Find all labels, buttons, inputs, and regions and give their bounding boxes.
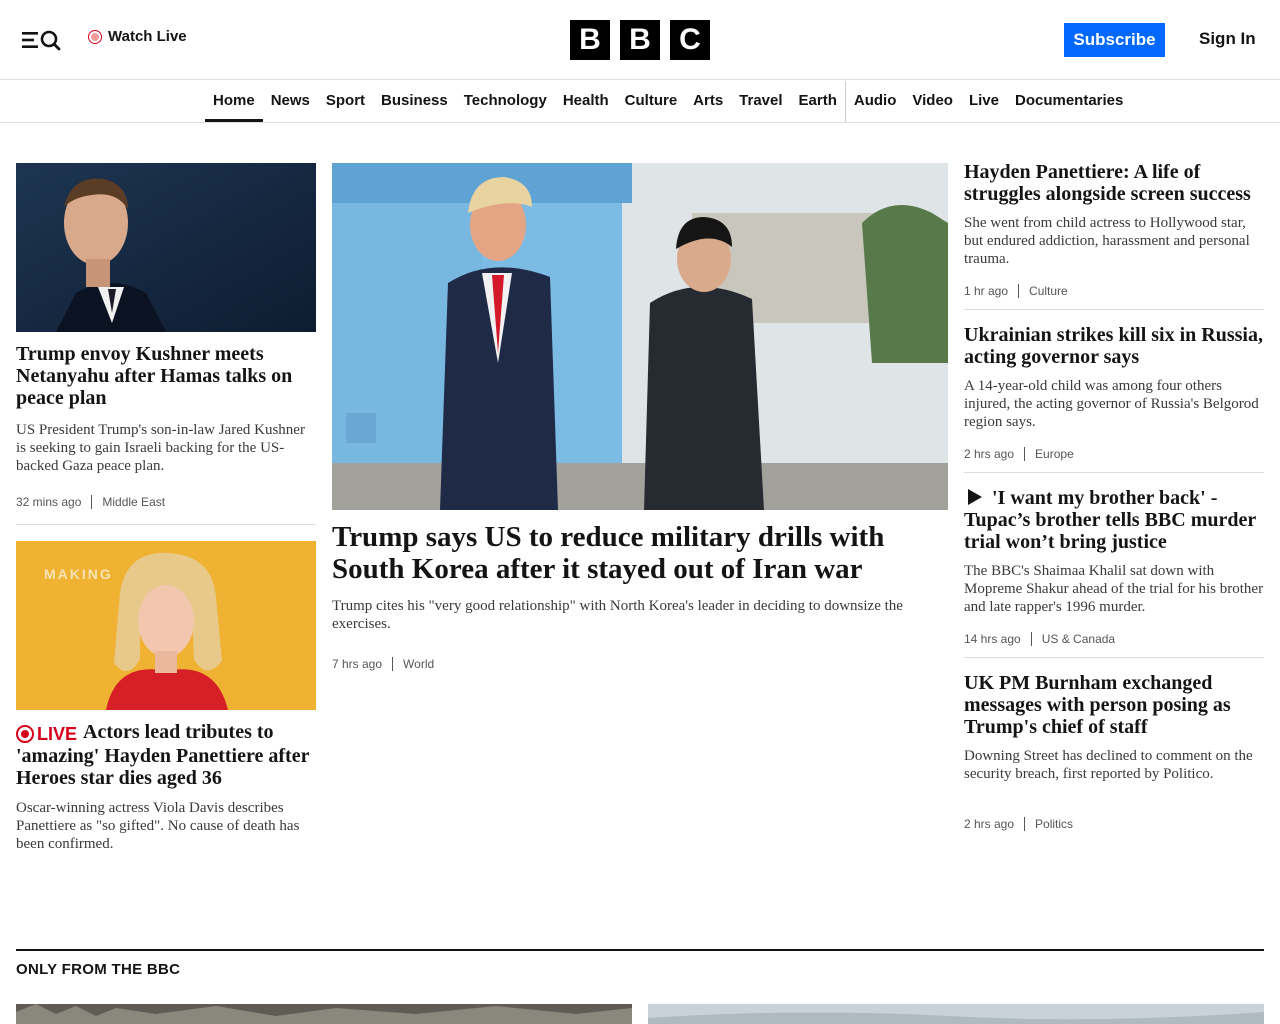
kushner-meta: 32 mins ago Middle East <box>16 495 165 509</box>
divider-line <box>16 524 316 525</box>
main-nav: Home News Sport Business Technology Heal… <box>0 81 1280 123</box>
section-photo-1 <box>16 1004 632 1024</box>
top-header: Watch Live B B C Subscribe Sign In <box>0 0 1280 80</box>
section-rule <box>16 949 1264 951</box>
panettiere-live-summary: Oscar-winning actress Viola Davis descri… <box>16 800 300 852</box>
divider-line <box>964 309 1264 310</box>
nav-item-technology[interactable]: Technology <box>456 81 555 122</box>
right-story-3-tag[interactable]: US & Canada <box>1042 632 1115 646</box>
right-story-1-time: 1 hr ago <box>964 284 1009 298</box>
divider-line <box>964 657 1264 658</box>
main-story-photo <box>332 163 948 510</box>
main-headline[interactable]: Trump says US to reduce military drills … <box>332 521 948 585</box>
meta-divider <box>1024 447 1026 461</box>
kushner-tag[interactable]: Middle East <box>102 495 165 509</box>
divider-line <box>964 472 1264 473</box>
main-time: 7 hrs ago <box>332 657 383 671</box>
nav-item-documentaries[interactable]: Documentaries <box>1007 81 1131 122</box>
nav-item-health[interactable]: Health <box>555 81 617 122</box>
section-photo-2 <box>648 1004 1264 1024</box>
meta-divider <box>1024 817 1026 831</box>
panettiere-photo: MAKING <box>16 541 316 710</box>
kushner-headline[interactable]: Trump envoy Kushner meets Netanyahu afte… <box>16 343 316 409</box>
meta-divider <box>392 657 394 671</box>
nav-item-earth[interactable]: Earth <box>791 81 846 122</box>
nav-item-news[interactable]: News <box>263 81 318 122</box>
logo-letter-c: C <box>670 20 710 60</box>
right-story-2-tag[interactable]: Europe <box>1035 447 1074 461</box>
right-story-2-meta: 2 hrs ago Europe <box>964 447 1074 461</box>
right-story-1-tag[interactable]: Culture <box>1029 284 1068 298</box>
nav-item-travel[interactable]: Travel <box>731 81 790 122</box>
right-story-1-headline[interactable]: Hayden Panettiere: A life of struggles a… <box>964 161 1264 205</box>
right-story-1-summary: She went from child actress to Hollywood… <box>964 215 1250 267</box>
live-label: LIVE <box>37 724 78 744</box>
menu-search-button[interactable] <box>20 26 64 54</box>
right-story-2-summary: A 14-year-old child was among four other… <box>964 378 1259 430</box>
live-ring-icon <box>16 725 34 743</box>
nav-item-sport[interactable]: Sport <box>318 81 373 122</box>
watch-live-link[interactable]: Watch Live <box>88 28 187 45</box>
main-story-image[interactable] <box>332 163 948 510</box>
right-story-4-headline[interactable]: UK PM Burnham exchanged messages with pe… <box>964 672 1264 738</box>
nav-item-culture[interactable]: Culture <box>617 81 686 122</box>
nav-item-business[interactable]: Business <box>373 81 456 122</box>
main-meta: 7 hrs ago World <box>332 657 434 671</box>
bbc-logo[interactable]: B B C <box>570 20 710 60</box>
right-story-3-headline[interactable]: 'I want my brother back' - Tupac’s broth… <box>964 487 1264 553</box>
kushner-story-image[interactable] <box>16 163 316 332</box>
right-story-2-headline[interactable]: Ukrainian strikes kill six in Russia, ac… <box>964 324 1264 368</box>
right-story-1-meta: 1 hr ago Culture <box>964 284 1068 298</box>
kushner-photo <box>16 163 316 332</box>
right-story-3-meta: 14 hrs ago US & Canada <box>964 632 1115 646</box>
sign-in-link[interactable]: Sign In <box>1199 29 1256 49</box>
right-story-4-meta: 2 hrs ago Politics <box>964 817 1073 831</box>
nav-item-live[interactable]: Live <box>961 81 1007 122</box>
right-story-4-summary: Downing Street has declined to comment o… <box>964 748 1253 782</box>
right-story-2-time: 2 hrs ago <box>964 447 1015 461</box>
backdrop-text: MAKING <box>44 566 113 582</box>
main-tag[interactable]: World <box>403 657 434 671</box>
nav-item-home[interactable]: Home <box>205 81 263 122</box>
right-story-3-time: 14 hrs ago <box>964 632 1021 646</box>
live-dot-icon <box>88 29 102 44</box>
nav-item-video[interactable]: Video <box>904 81 961 122</box>
kushner-time: 32 mins ago <box>16 495 82 509</box>
logo-letter-b1: B <box>570 20 610 60</box>
panettiere-live-image[interactable]: MAKING <box>16 541 316 710</box>
menu-icon <box>22 30 61 51</box>
subscribe-button[interactable]: Subscribe <box>1064 23 1165 57</box>
right-story-4-time: 2 hrs ago <box>964 817 1015 831</box>
section-story-2-image[interactable] <box>648 1004 1264 1024</box>
watch-live-label: Watch Live <box>108 28 187 45</box>
play-icon <box>968 489 982 505</box>
panettiere-live-headline[interactable]: LIVE Actors lead tributes to 'amazing' Ha… <box>16 721 316 789</box>
meta-divider <box>1030 632 1032 646</box>
meta-divider <box>91 495 93 509</box>
right-story-3-headline-text: 'I want my brother back' - Tupac’s broth… <box>964 487 1256 553</box>
section-story-1-image[interactable] <box>16 1004 632 1024</box>
kushner-summary: US President Trump's son-in-law Jared Ku… <box>16 422 305 474</box>
nav-item-audio[interactable]: Audio <box>846 81 905 122</box>
right-story-3-summary: The BBC's Shaimaa Khalil sat down with M… <box>964 563 1264 615</box>
nav-item-arts[interactable]: Arts <box>685 81 731 122</box>
meta-divider <box>1018 284 1020 298</box>
live-badge: LIVE <box>16 723 77 745</box>
main-summary: Trump cites his "very good relationship"… <box>332 598 903 632</box>
logo-letter-b2: B <box>620 20 660 60</box>
section-title: ONLY FROM THE BBC <box>16 961 181 978</box>
right-story-4-tag[interactable]: Politics <box>1035 817 1073 831</box>
